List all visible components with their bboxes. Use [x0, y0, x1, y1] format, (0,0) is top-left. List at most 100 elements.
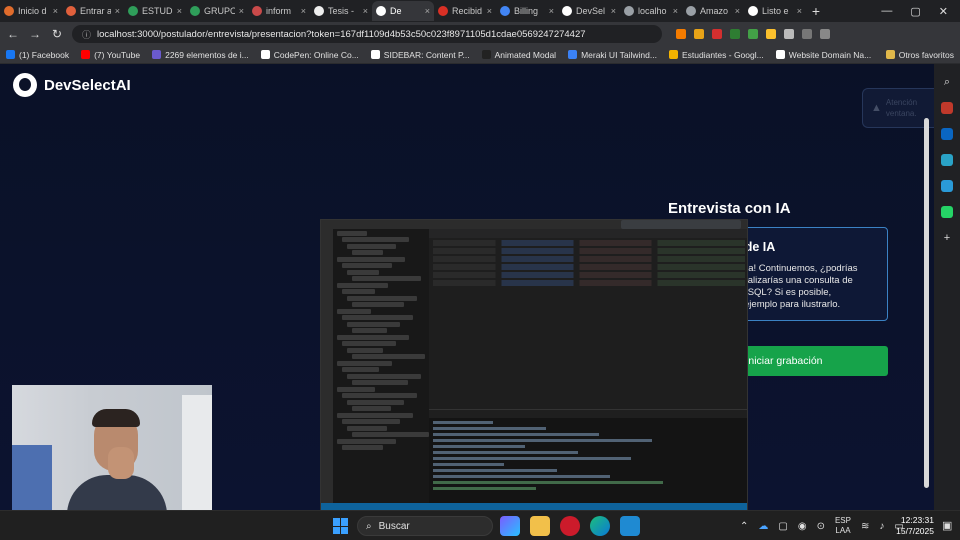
close-tab-icon[interactable]: × [735, 6, 740, 16]
bookmark-item[interactable]: SIDEBAR: Content P... [370, 49, 470, 60]
new-tab-icon[interactable]: + [806, 3, 826, 19]
taskbar-clock[interactable]: 12:23:31 15/7/2025 [890, 515, 934, 537]
bookmark-label: Estudiantes - Googl... [681, 49, 764, 60]
explorer-row [342, 237, 409, 242]
tools-icon[interactable] [941, 102, 953, 114]
extension-icon[interactable] [748, 29, 758, 39]
chevron-up-icon[interactable]: ⌃ [740, 521, 748, 532]
telegram-icon[interactable] [941, 180, 953, 192]
close-tab-icon[interactable]: × [363, 6, 368, 16]
close-tab-icon[interactable]: × [797, 6, 802, 16]
browser-tab[interactable]: Entrar a × [62, 1, 124, 21]
outlook-icon[interactable] [941, 128, 953, 140]
copilot-icon[interactable] [500, 516, 520, 536]
page-scrollbar[interactable] [923, 68, 930, 504]
vscode-command-center [621, 220, 741, 229]
close-tab-icon[interactable]: × [549, 6, 554, 16]
close-tab-icon[interactable]: × [673, 6, 678, 16]
browser-tab[interactable]: Billing × [496, 1, 558, 21]
browser-tab[interactable]: Inicio d × [0, 1, 62, 21]
vscode-icon[interactable] [620, 516, 640, 536]
explorer-row [347, 243, 396, 249]
reload-icon[interactable]: ↻ [50, 27, 64, 41]
search-icon[interactable]: ⌕ [941, 76, 953, 88]
menu-kebab-icon[interactable] [820, 29, 830, 39]
bookmark-item[interactable]: CodePen: Online Co... [260, 50, 359, 60]
microphone-icon[interactable]: ⊙ [817, 521, 825, 532]
close-tab-icon[interactable]: × [487, 6, 492, 16]
close-tab-icon[interactable]: × [53, 6, 58, 16]
taskbar-search[interactable]: ⌕ Buscar [357, 516, 493, 536]
close-tab-icon[interactable]: × [301, 6, 306, 16]
bookmark-item[interactable]: Website Domain Na... [775, 50, 871, 60]
close-tab-icon[interactable]: × [177, 6, 182, 16]
browser-tab[interactable]: Amazo × [682, 1, 744, 21]
tab-favicon-icon [748, 6, 758, 16]
bookmark-item[interactable]: (7) YouTube [81, 50, 140, 60]
brand-name: DevSelectAI [44, 76, 131, 94]
clock-date: 15/7/2025 [896, 526, 934, 536]
add-icon[interactable]: + [941, 232, 953, 244]
edge-icon[interactable] [590, 516, 610, 536]
file-explorer-icon[interactable] [530, 516, 550, 536]
language-indicator[interactable]: ESP LAA [835, 516, 851, 536]
bookmark-label: SIDEBAR: Content P... [383, 49, 470, 60]
browser-tab[interactable]: Tesis - × [310, 1, 372, 21]
forward-icon[interactable]: → [28, 27, 42, 41]
site-info-icon[interactable]: ⓘ [82, 28, 91, 41]
explorer-row [352, 406, 391, 411]
profile-avatar-icon[interactable] [802, 29, 812, 39]
close-tab-icon[interactable]: × [611, 6, 616, 16]
extension-icon[interactable] [694, 29, 704, 39]
robot-head-icon [13, 73, 37, 97]
wifi-icon[interactable]: ≋ [861, 521, 869, 532]
maximize-icon[interactable]: ▢ [910, 5, 920, 18]
bookmark-item[interactable]: Meraki UI Tailwind... [568, 50, 657, 60]
webcam-tray-icon[interactable]: ◉ [798, 521, 807, 532]
other-bookmarks[interactable]: Otros favoritos [885, 50, 954, 60]
onedrive-icon[interactable]: ☁ [758, 521, 768, 532]
extension-icon[interactable] [730, 29, 740, 39]
browser-tab[interactable]: DevSel × [558, 1, 620, 21]
bookmark-item[interactable]: (1) Facebook [6, 50, 69, 60]
windows-start-icon[interactable] [333, 518, 349, 534]
browser-tab[interactable]: Listo e × [744, 1, 806, 21]
browser-tab[interactable]: inform × [248, 1, 310, 21]
explorer-row [337, 360, 392, 366]
extension-icon[interactable] [676, 29, 686, 39]
notifications-icon[interactable]: ▣ [942, 519, 952, 532]
address-url: localhost:3000/postulador/entrevista/pre… [97, 28, 586, 40]
tab-favicon-icon [562, 6, 572, 16]
back-icon[interactable]: ← [6, 27, 20, 41]
bookmark-item[interactable]: Animated Modal [481, 50, 556, 60]
extension-icon[interactable] [766, 29, 776, 39]
extensions-puzzle-icon[interactable] [784, 29, 794, 39]
result-grid-row [433, 256, 745, 262]
whatsapp-icon[interactable] [941, 206, 953, 218]
close-tab-icon[interactable]: × [425, 6, 430, 16]
taskbar-apps [500, 516, 640, 536]
opera-icon[interactable] [560, 516, 580, 536]
explorer-row [337, 334, 409, 340]
browser-tab[interactable]: GRUPO × [186, 1, 248, 21]
windows-taskbar: ⌕ Buscar ⌃ ☁ ▢ ◉ ⊙ ESP LAA ≋ ♪ ▭ 12:23:3… [0, 510, 960, 540]
browser-tab[interactable]: localho × [620, 1, 682, 21]
teams-icon[interactable] [941, 154, 953, 166]
browser-tab[interactable]: ESTUDI × [124, 1, 186, 21]
bookmark-item[interactable]: Estudiantes - Googl... [668, 49, 764, 60]
extension-icon[interactable] [712, 29, 722, 39]
volume-icon[interactable]: ♪ [879, 521, 884, 532]
browser-tab[interactable]: Recibid × [434, 1, 496, 21]
terminal-line [433, 463, 504, 466]
meet-now-icon[interactable]: ▢ [778, 521, 787, 532]
close-window-icon[interactable]: ✕ [939, 5, 948, 18]
explorer-row [347, 373, 421, 379]
minimize-icon[interactable]: — [881, 5, 892, 17]
close-tab-icon[interactable]: × [115, 6, 120, 16]
scrollbar-thumb[interactable] [924, 118, 929, 488]
bookmark-item[interactable]: 2269 elementos de i... [152, 50, 249, 60]
address-bar[interactable]: ⓘ localhost:3000/postulador/entrevista/p… [72, 25, 662, 43]
browser-tab[interactable]: De × [372, 1, 434, 21]
brand-logo[interactable]: DevSelectAI [13, 73, 131, 97]
close-tab-icon[interactable]: × [239, 6, 244, 16]
